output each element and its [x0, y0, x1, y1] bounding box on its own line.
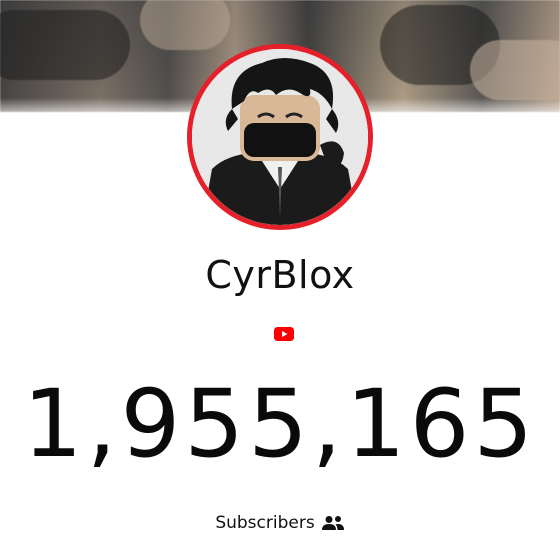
people-icon: [321, 516, 344, 530]
youtube-play-icon[interactable]: [274, 327, 294, 341]
subscribers-label: Subscribers: [215, 513, 315, 533]
avatar-character-image: [192, 49, 368, 225]
subscribers-caption: Subscribers: [0, 513, 560, 533]
channel-name: CyrBlox: [205, 253, 355, 297]
subscriber-count: 1,955,165: [22, 370, 538, 479]
channel-avatar[interactable]: [192, 49, 368, 225]
subscriber-counter-page: CyrBlox 1,955,165 Subscribers: [0, 0, 560, 560]
